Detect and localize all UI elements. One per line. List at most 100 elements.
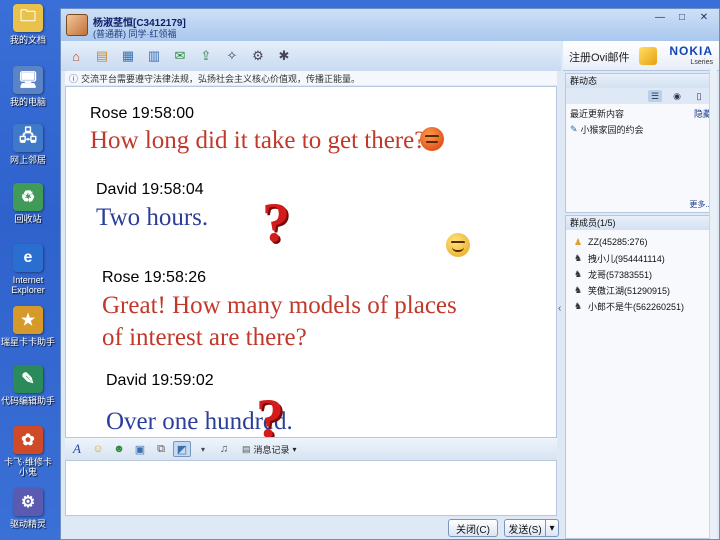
member-name: ZZ(45285:276)	[588, 237, 648, 247]
tools-icon[interactable]: ✧	[221, 46, 243, 66]
member-item[interactable]: ♞ 笑傲江湖(51290915)	[566, 282, 716, 298]
my-computer-icon: 🖥	[13, 66, 43, 94]
tool-b-icon: ✎	[13, 365, 43, 393]
more-options-icon[interactable]: ✱	[273, 46, 295, 66]
member-item[interactable]: ♞ 龙哥(57383551)	[566, 266, 716, 282]
main-toolbar: ⌂ ▤ ▦ ▥ ✉ ⇪ ✧ ⚙ ✱	[61, 41, 561, 71]
close-button[interactable]: 关闭(C)	[448, 519, 498, 537]
member-item[interactable]: ♞ 拽小儿(954441114)	[566, 250, 716, 266]
question-mark-icon: ?	[256, 388, 284, 438]
ad-banner[interactable]: 注册Ovi邮件 NOKIA Lseries	[563, 41, 719, 71]
message-text: of interest are there?	[102, 324, 307, 351]
angry-emoji-icon	[420, 127, 444, 151]
font-icon[interactable]: A	[68, 441, 86, 457]
chevron-down-icon: ▾	[292, 444, 297, 454]
desktop-icon-my-computer[interactable]: 🖥 我的电脑	[0, 66, 56, 107]
desktop-icon-label: 回收站	[14, 214, 42, 224]
group-avatar[interactable]	[66, 14, 88, 36]
collapse-panel-icon[interactable]: ‹	[558, 303, 561, 314]
emoticon-icon[interactable]: ☺	[89, 441, 107, 457]
screenshot-icon[interactable]: ⧉	[152, 441, 170, 457]
member-avatar-icon: ♟	[573, 236, 583, 247]
file-view-icon[interactable]: ▯	[692, 90, 706, 102]
activity-tabs: ☰ ◉ ▯	[566, 88, 716, 104]
desktop-icon-tool-d[interactable]: ⚙ 驱动精灵	[0, 488, 56, 529]
member-avatar-icon: ♞	[573, 252, 583, 263]
question-mark-icon: ?	[262, 192, 290, 254]
member-item[interactable]: ♟ ZZ(45285:276)	[566, 234, 716, 250]
desktop-icon-my-documents[interactable]: 🗀 我的文档	[0, 4, 56, 45]
list-view-icon[interactable]: ☰	[648, 90, 662, 102]
desktop-icon-recycle-bin[interactable]: ♻ 回收站	[0, 183, 56, 224]
title-bar[interactable]: 杨淑茎恒[C3412179] (普通群) 同学·红领福 — □ ✕	[61, 9, 719, 41]
member-avatar-icon: ♞	[573, 300, 583, 311]
activity-item[interactable]: ✎ 小猴家园的约会	[566, 123, 716, 136]
my-documents-icon: 🗀	[13, 4, 43, 32]
send-row: 关闭(C) 发送(S) ▾	[65, 518, 559, 538]
message-header: David 19:58:04	[96, 181, 204, 198]
desktop-icon-tool-b[interactable]: ✎ 代码编辑助手	[0, 365, 56, 406]
send-options-button[interactable]: ▾	[545, 519, 559, 537]
desktop-icon-network-places[interactable]: 🖧 网上邻居	[0, 124, 56, 165]
share-icon[interactable]: ⇪	[195, 46, 217, 66]
message-text: How long did it take to get there?	[90, 127, 426, 154]
desktop-icon-label: 卡飞·维修卡 小鬼	[4, 457, 52, 477]
magic-emoticon-icon[interactable]: ☻	[110, 441, 128, 457]
send-button[interactable]: 发送(S)	[504, 519, 546, 537]
register-ovi-link[interactable]: 注册Ovi邮件	[569, 49, 630, 65]
nokia-logo: NOKIA Lseries	[669, 45, 713, 69]
home-icon[interactable]: ⌂	[65, 46, 87, 66]
activity-item-text: 小猴家园的约会	[580, 125, 644, 135]
activity-row-label: 最近更新内容	[570, 109, 625, 119]
minimize-button[interactable]: —	[651, 11, 669, 25]
nokia-wordmark: NOKIA	[669, 44, 713, 58]
screen-capture-icon[interactable]: ◩	[173, 441, 191, 457]
forum-icon[interactable]: ▥	[143, 46, 165, 66]
desktop-icon-label: 驱动精灵	[9, 519, 46, 529]
album-icon[interactable]: ▦	[117, 46, 139, 66]
desktop-icon-label: Internet Explorer	[11, 275, 45, 295]
recycle-bin-icon: ♻	[13, 183, 43, 211]
image-icon[interactable]: ▣	[131, 441, 149, 457]
desktop-icon-internet-explorer[interactable]: e Internet Explorer	[0, 244, 56, 295]
tool-d-icon: ⚙	[13, 488, 43, 516]
tool-c-icon: ✿	[13, 426, 43, 454]
members-title: 群成员(1/5)	[566, 216, 716, 230]
desktop-icon-label: 我的电脑	[9, 97, 46, 107]
chat-history[interactable]: Rose 19:58:00 How long did it take to ge…	[65, 86, 557, 438]
settings-icon[interactable]: ⚙	[247, 46, 269, 66]
scrollbar[interactable]	[709, 69, 717, 539]
maximize-button[interactable]: □	[673, 11, 691, 25]
close-window-button[interactable]: ✕	[695, 11, 713, 25]
member-name: 拽小儿(954441114)	[588, 253, 665, 264]
announcement-text: 交流平台需要遵守法律法规，弘扬社会主义核心价值观，传播正能量。	[81, 73, 361, 84]
info-icon: ⓘ	[69, 73, 79, 84]
ovi-icon	[639, 47, 657, 65]
network-places-icon: 🖧	[13, 124, 43, 152]
member-avatar-icon: ♞	[573, 284, 583, 295]
music-icon[interactable]: ♫	[215, 441, 233, 457]
member-view-icon[interactable]: ◉	[670, 90, 684, 102]
member-item[interactable]: ♞ 小郎不是牛(562260251)	[566, 298, 716, 314]
message-history-button[interactable]: ▤ 消息记录 ▾	[242, 443, 297, 456]
desktop-icon-label: 我的文档	[9, 35, 46, 45]
smile-emoji-icon	[446, 233, 470, 257]
message-header: David 19:59:02	[106, 372, 214, 389]
edit-icon: ✎	[570, 124, 578, 134]
internet-explorer-icon: e	[13, 244, 43, 272]
dropdown-icon[interactable]: ▾	[194, 441, 212, 457]
message-input[interactable]	[65, 460, 557, 516]
desktop-icon-label: 代码编辑助手	[0, 396, 55, 406]
mail-icon[interactable]: ✉	[169, 46, 191, 66]
history-icon: ▤	[242, 443, 251, 454]
message-header: Rose 19:58:26	[102, 269, 207, 286]
message-text: Two hours.	[96, 204, 209, 231]
desktop-icon-tool-a[interactable]: ★ 瑞星卡卡助手	[0, 306, 56, 347]
activity-row: 最近更新内容 隐藏	[566, 104, 716, 123]
folder-icon[interactable]: ▤	[91, 46, 113, 66]
desktop-icon-tool-c[interactable]: ✿ 卡飞·维修卡 小鬼	[0, 426, 56, 477]
announcement-bar: ⓘ 交流平台需要遵守法律法规，弘扬社会主义核心价值观，传播正能量。	[65, 71, 557, 85]
member-name: 龙哥(57383551)	[588, 269, 653, 280]
desktop-icon-label: 瑞星卡卡助手	[0, 337, 55, 347]
activity-title: 群动态	[566, 74, 716, 88]
